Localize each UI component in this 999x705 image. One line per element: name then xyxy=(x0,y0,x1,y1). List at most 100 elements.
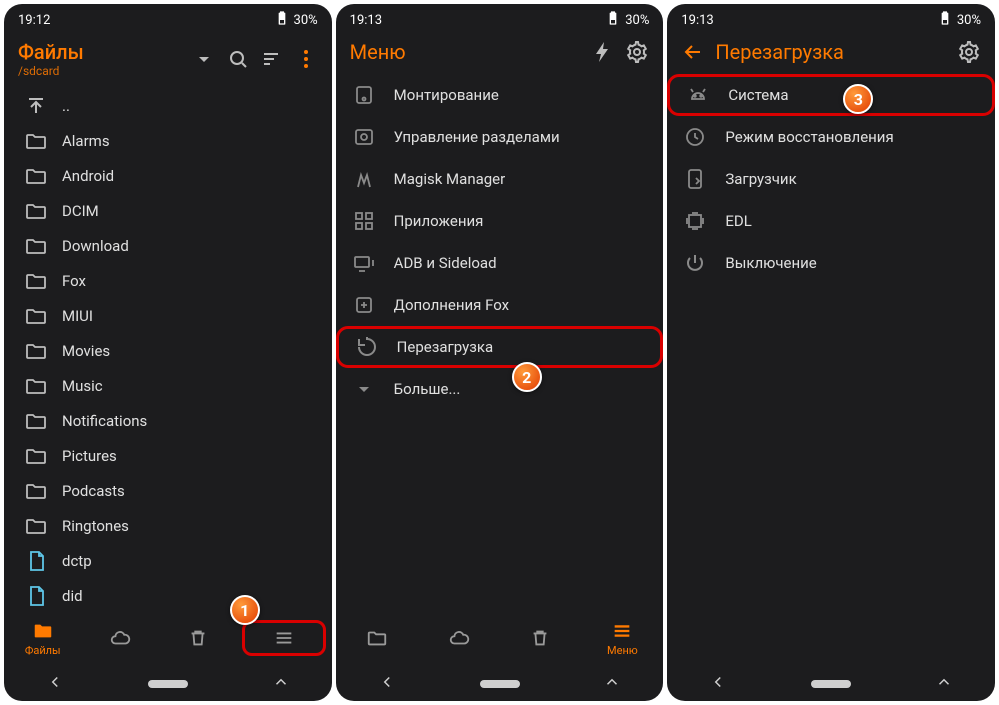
reboot-item[interactable]: Выключение xyxy=(667,242,995,284)
status-bar: 19:13 30% xyxy=(667,4,995,32)
nav-files[interactable]: Файлы xyxy=(4,620,81,657)
bottom-nav: Меню xyxy=(336,609,664,667)
list-item[interactable]: Pictures xyxy=(4,438,332,473)
reboot-item[interactable]: EDL xyxy=(667,200,995,242)
phone-panel-1: 19:12 30% Файлы /sdcard ..AlarmsAndroidD… xyxy=(4,4,332,701)
nav-cloud[interactable] xyxy=(418,627,500,649)
flash-icon[interactable] xyxy=(591,40,615,64)
header: Перезагрузка xyxy=(667,32,995,74)
item-label: did xyxy=(62,587,83,605)
android-icon xyxy=(686,83,710,107)
folder-icon xyxy=(24,269,48,293)
item-label: Приложения xyxy=(394,212,484,230)
status-time: 19:12 xyxy=(18,13,50,28)
back-icon[interactable] xyxy=(46,673,64,695)
battery-pct: 30% xyxy=(294,13,318,28)
list-item[interactable]: Ringtones xyxy=(4,508,332,543)
list-item[interactable]: Music xyxy=(4,368,332,403)
nav-menu[interactable] xyxy=(242,620,325,656)
part-icon xyxy=(352,125,376,149)
status-bar: 19:12 30% xyxy=(4,4,332,32)
list-item[interactable]: DCIM xyxy=(4,193,332,228)
item-label: Выключение xyxy=(725,254,816,272)
item-label: Система xyxy=(728,86,788,104)
file-icon xyxy=(24,549,48,573)
list-item[interactable]: Download xyxy=(4,228,332,263)
reboot-item[interactable]: Система xyxy=(667,74,995,116)
list-item[interactable]: dctp xyxy=(4,543,332,578)
list-item[interactable]: MIUI xyxy=(4,298,332,333)
status-right: 30% xyxy=(937,10,981,30)
nav-cloud[interactable] xyxy=(81,627,158,649)
item-label: ADB и Sideload xyxy=(394,254,497,272)
menu-item[interactable]: Перезагрузка xyxy=(336,326,664,368)
item-label: Magisk Manager xyxy=(394,170,506,188)
list-item[interactable]: Alarms xyxy=(4,123,332,158)
item-label: DCIM xyxy=(62,202,99,220)
gear-icon[interactable] xyxy=(957,40,981,64)
magisk-icon xyxy=(352,167,376,191)
item-label: Ringtones xyxy=(62,517,129,535)
menu-item[interactable]: Приложения xyxy=(336,200,664,242)
item-label: Fox xyxy=(62,272,86,290)
menu-item[interactable]: Управление разделами xyxy=(336,116,664,158)
adb-icon xyxy=(352,251,376,275)
menu-icon xyxy=(273,627,295,649)
item-label: Дополнения Fox xyxy=(394,296,509,314)
recents-icon[interactable] xyxy=(935,673,953,695)
menu-icon xyxy=(611,620,633,642)
menu-item[interactable]: Magisk Manager xyxy=(336,158,664,200)
home-icon[interactable] xyxy=(480,680,520,688)
nav-trash[interactable] xyxy=(159,627,236,649)
recents-icon[interactable] xyxy=(603,673,621,695)
menu-item[interactable]: Дополнения Fox xyxy=(336,284,664,326)
reboot-item[interactable]: Режим восстановления xyxy=(667,116,995,158)
back-icon[interactable] xyxy=(378,673,396,695)
list-item[interactable]: did xyxy=(4,578,332,609)
folder-icon xyxy=(24,234,48,258)
battery-pct: 30% xyxy=(625,13,649,28)
recents-icon[interactable] xyxy=(272,673,290,695)
home-icon[interactable] xyxy=(811,680,851,688)
folder-icon xyxy=(24,444,48,468)
back-icon[interactable] xyxy=(709,673,727,695)
nav-files[interactable] xyxy=(336,627,418,649)
back-arrow-icon[interactable] xyxy=(681,40,705,64)
menu-item[interactable]: Больше... xyxy=(336,368,664,410)
nav-trash[interactable] xyxy=(500,627,582,649)
boot-icon xyxy=(683,167,707,191)
item-label: Перезагрузка xyxy=(397,338,493,356)
bottom-nav: Файлы 1 xyxy=(4,609,332,667)
recovery-icon xyxy=(683,125,707,149)
cloud-icon xyxy=(448,627,470,649)
status-bar: 19:13 30% xyxy=(336,4,664,32)
item-label: Notifications xyxy=(62,412,147,430)
list-item[interactable]: .. xyxy=(4,88,332,123)
list-item[interactable]: Fox xyxy=(4,263,332,298)
item-label: EDL xyxy=(725,212,751,230)
mount-icon xyxy=(352,83,376,107)
folder-icon xyxy=(24,374,48,398)
home-icon[interactable] xyxy=(148,680,188,688)
list-item[interactable]: Notifications xyxy=(4,403,332,438)
sort-icon[interactable] xyxy=(260,47,284,71)
nav-menu[interactable]: Меню xyxy=(581,620,663,657)
list-item[interactable]: Movies xyxy=(4,333,332,368)
more-icon[interactable] xyxy=(294,47,318,71)
list-item[interactable]: Android xyxy=(4,158,332,193)
menu-item[interactable]: ADB и Sideload xyxy=(336,242,664,284)
status-time: 19:13 xyxy=(350,13,382,28)
chevron-down-icon[interactable] xyxy=(192,47,216,71)
item-label: Alarms xyxy=(62,132,110,150)
folder-icon xyxy=(24,339,48,363)
power-icon xyxy=(683,251,707,275)
menu-list: МонтированиеУправление разделами Magisk M… xyxy=(336,74,664,609)
cloud-icon xyxy=(109,627,131,649)
list-item[interactable]: Podcasts xyxy=(4,473,332,508)
menu-item[interactable]: Монтирование xyxy=(336,74,664,116)
gear-icon[interactable] xyxy=(625,40,649,64)
item-label: Android xyxy=(62,167,114,185)
search-icon[interactable] xyxy=(226,47,250,71)
reboot-item[interactable]: Загрузчик xyxy=(667,158,995,200)
reboot-icon xyxy=(355,335,379,359)
